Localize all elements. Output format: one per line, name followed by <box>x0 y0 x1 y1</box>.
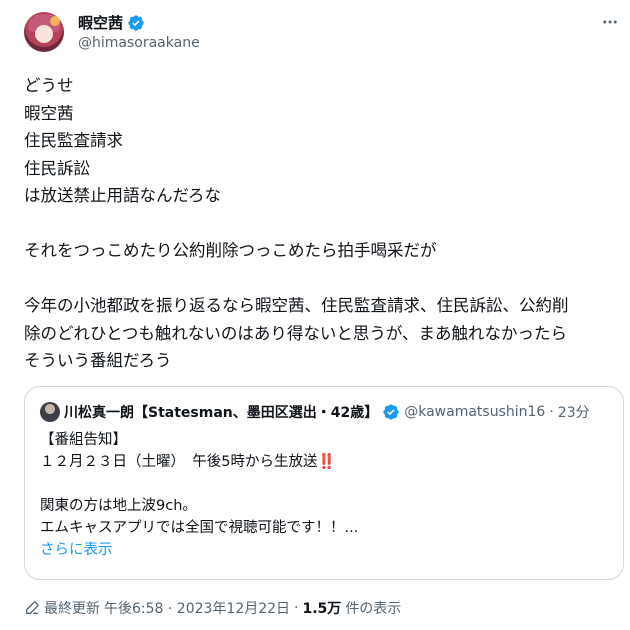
show-more-link[interactable]: さらに表示 <box>40 539 610 561</box>
quote-line: 【番組告知】 <box>40 432 127 448</box>
quote-line: １２月２３日（土曜） 午後5時から生放送‼️ <box>40 451 610 473</box>
more-dots-icon[interactable] <box>598 10 622 34</box>
double-exclamation-icon: ‼️ <box>317 454 336 470</box>
tweet-line: 住民訴訟 <box>24 158 90 178</box>
tweet-line: それをつっこめたり公約削除つっこめたら拍手喝采だが <box>24 241 437 260</box>
tweet-line: 住民監査請求 <box>24 131 123 150</box>
quote-blank-line <box>40 473 610 495</box>
quote-time[interactable]: 23分 <box>558 402 590 422</box>
quote-header: 川松真一朗【Statesman、墨田区選出・42歳】 @kawamatsushi… <box>40 402 590 422</box>
author-display-name[interactable]: 暇空茜 <box>78 12 123 33</box>
tweet-line: 今年の小池都政を振り返るなら暇空茜、住民監査請求、住民訴訟、公約削 <box>24 296 569 315</box>
tweet-text: どうせ 暇空茜 住民監査請求 住民訴訟 は放送禁止用語なんだろな それをつっこめ… <box>24 72 624 375</box>
quote-avatar[interactable] <box>40 402 60 422</box>
quote-line: 関東の方は地上波9ch。 <box>40 498 197 514</box>
quote-display-name[interactable]: 川松真一朗【Statesman、墨田区選出・42歳】 <box>64 402 378 422</box>
avatar[interactable] <box>24 12 64 52</box>
quote-line-text: １２月２３日（土曜） 午後5時から生放送 <box>40 454 318 470</box>
quote-tweet-card[interactable]: 川松真一朗【Statesman、墨田区選出・42歳】 @kawamatsushi… <box>24 386 624 580</box>
avatar-flower <box>50 16 60 26</box>
quote-handle[interactable]: @kawamatsushin16 <box>404 404 545 420</box>
edited-label[interactable]: 最終更新 <box>44 598 100 618</box>
tweet-line: 除のどれひとつも触れないのはあり得ないと思うが、まあ触れなかったら <box>24 323 568 343</box>
views-label: 件の表示 <box>345 601 402 617</box>
tweet-meta: 最終更新 午後6:58 · 2023年12月22日 · 1.5万 件の表示 <box>24 598 401 618</box>
author-name-row: 暇空茜 <box>78 12 145 33</box>
verified-badge-icon <box>383 404 399 420</box>
edit-pencil-icon <box>26 601 39 614</box>
tweet-line: そういう番組だろう <box>24 351 172 370</box>
meta-separator: · <box>294 600 299 616</box>
author-handle[interactable]: @himasoraakane <box>78 35 200 51</box>
timestamp[interactable]: 午後6:58 · 2023年12月22日 <box>104 598 290 618</box>
views-count[interactable]: 1.5万 <box>303 598 342 618</box>
tweet-line: 暇空茜 <box>24 103 74 123</box>
avatar-face <box>35 25 53 43</box>
tweet-line: どうせ <box>24 76 74 95</box>
quote-line: エムキャスアプリでは全国で視聴可能です！！... <box>40 520 359 536</box>
quote-separator: · <box>549 404 554 420</box>
verified-badge-icon <box>128 14 144 31</box>
tweet-line: は放送禁止用語なんだろな <box>24 186 222 205</box>
tweet-header: 暇空茜 @himasoraakane <box>24 10 630 62</box>
quote-body: 【番組告知】 １２月２３日（土曜） 午後5時から生放送‼️ 関東の方は地上波9c… <box>40 429 610 561</box>
